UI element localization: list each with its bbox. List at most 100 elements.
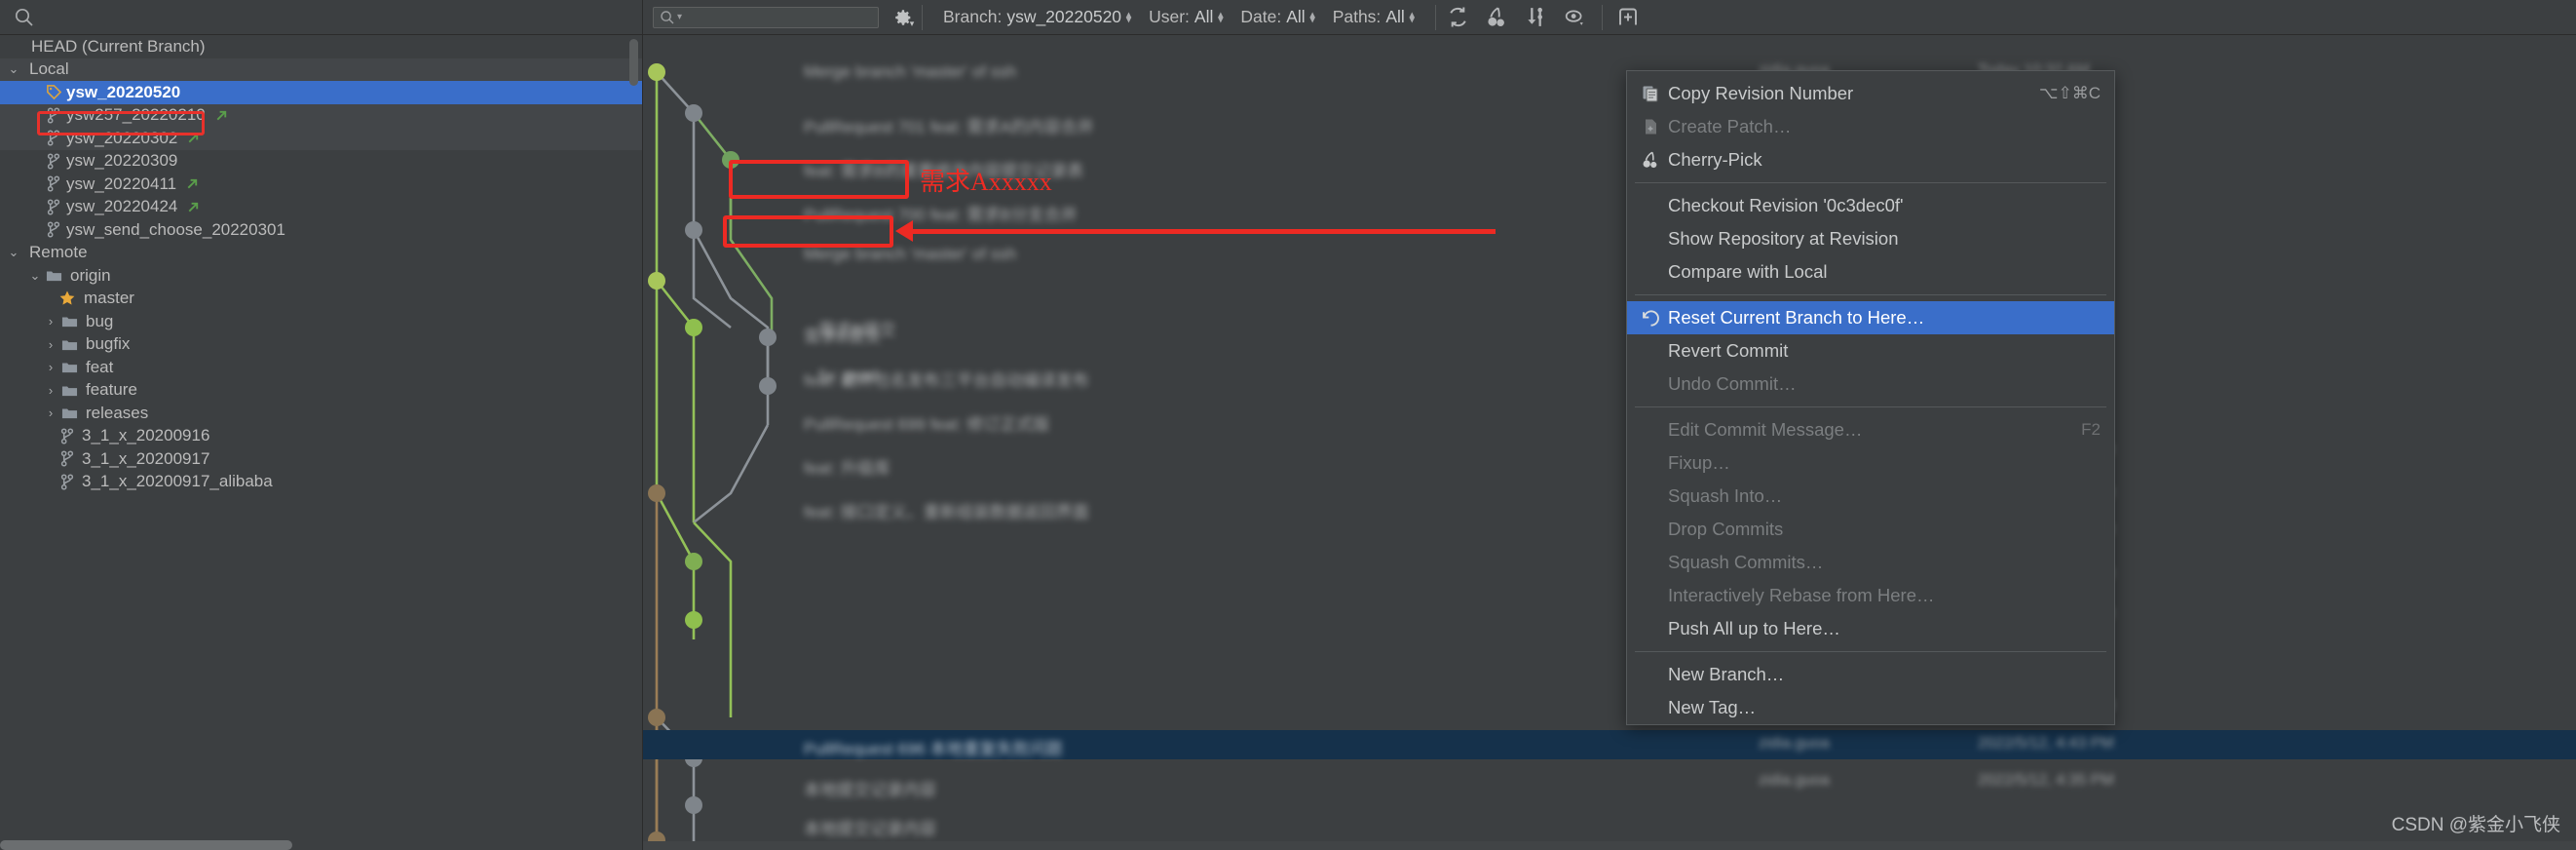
refresh-icon [1450, 7, 1466, 27]
commit-date: 2022/5/12, 4:43 PM [1978, 735, 2114, 752]
filter-branch-label: Branch: [943, 7, 1003, 26]
sidebar-item-bug[interactable]: › bug [0, 310, 642, 333]
menu-item-label: Interactively Rebase from Here… [1668, 585, 1935, 605]
sidebar-item-releases[interactable]: › releases [0, 402, 642, 425]
branches-search-area[interactable] [0, 0, 643, 34]
menu-item-checkout-revision[interactable]: Checkout Revision '0c3dec0f' [1627, 189, 2114, 222]
chevron-right-icon[interactable]: › [43, 337, 58, 352]
sidebar-item-feature[interactable]: › feature [0, 379, 642, 403]
new-tab-icon [1618, 8, 1637, 25]
commit-subject-selected[interactable]: PullRequest 696 本地重复失败问题 [804, 735, 1062, 759]
filter-user-value: All [1193, 7, 1214, 26]
menu-item-label: New Branch… [1668, 664, 1785, 684]
chevron-right-icon[interactable]: › [43, 383, 58, 398]
settings-gear-button[interactable]: ▾ [889, 0, 922, 34]
tree-group-remote[interactable]: ⌄ Remote [0, 242, 642, 265]
menu-item-shortcut: F2 [2081, 420, 2101, 439]
menu-item-copy-revision-number[interactable]: Copy Revision Number ⌥⇧⌘C [1627, 77, 2114, 110]
cherry-pick-button[interactable] [1485, 5, 1510, 30]
outgoing-arrow-icon [185, 176, 200, 191]
branch-label: ysw_20220411 [66, 174, 177, 193]
commit-context-menu: Copy Revision Number ⌥⇧⌘C Create Patch… … [1626, 70, 2115, 725]
commit-subject[interactable]: 本地提交记录内容 [804, 815, 936, 839]
sidebar-item-master[interactable]: master [0, 288, 642, 311]
menu-item-label: Show Repository at Revision [1668, 228, 1899, 249]
log-horizontal-scrollbar[interactable] [643, 841, 2576, 850]
search-icon[interactable] [14, 7, 35, 28]
annotation-box-fix-prod [723, 215, 893, 248]
star-icon [57, 290, 78, 307]
menu-separator [1635, 406, 2106, 407]
menu-item-cherry-pick[interactable]: Cherry-Pick [1627, 143, 2114, 176]
menu-item-fixup: Fixup… [1627, 446, 2114, 480]
commit-subject-boxed-b[interactable]: fix: prod [818, 367, 877, 386]
menu-item-label: Push All up to Here… [1668, 618, 1840, 638]
chevron-right-icon[interactable]: › [43, 406, 58, 420]
chevron-updown-icon: ▴ ▾ [1218, 9, 1224, 25]
tree-item-head[interactable]: HEAD (Current Branch) [0, 35, 642, 58]
refresh-button[interactable] [1446, 5, 1471, 30]
menu-item-new-tag[interactable]: New Tag… [1627, 691, 2114, 724]
menu-item-show-repository-at-revision[interactable]: Show Repository at Revision [1627, 222, 2114, 255]
watermark: CSDN @紫金小飞侠 [2391, 815, 2560, 835]
menu-separator [1635, 651, 2106, 652]
head-label: HEAD (Current Branch) [31, 36, 206, 56]
sidebar-item-ysw_20220302[interactable]: ysw_20220302 [0, 127, 642, 150]
sidebar-item-ysw_20220411[interactable]: ysw_20220411 [0, 173, 642, 196]
commit-subject[interactable]: feat: 接口定义、重新组装数据返回界面 [804, 498, 1089, 522]
tree-group-local[interactable]: ⌄ Local [0, 58, 642, 81]
show-details-button[interactable] [1563, 5, 1588, 30]
menu-item-compare-with-local[interactable]: Compare with Local [1627, 255, 2114, 289]
menu-item-new-branch[interactable]: New Branch… [1627, 658, 2114, 691]
commit-subject[interactable]: PullRequest 699 feat: 修订正式版 [804, 410, 1049, 435]
sidebar-item-ysw_20220309[interactable]: ysw_20220309 [0, 150, 642, 174]
sidebar-item-bugfix[interactable]: › bugfix [0, 333, 642, 357]
sidebar-item-feat[interactable]: › feat [0, 356, 642, 379]
commit-subject[interactable]: PullRequest 701 feat: 需求A的内容合并 [804, 113, 1094, 137]
menu-item-shortcut: ⌥⇧⌘C [2038, 84, 2101, 102]
chevron-right-icon[interactable]: › [43, 360, 58, 374]
sidebar-item-ysw_20220520[interactable]: ysw_20220520 [0, 81, 642, 104]
outgoing-arrow-icon [186, 131, 201, 145]
sidebar-item-3_1_x_20200917_alibaba[interactable]: 3_1_x_20200917_alibaba [0, 471, 642, 494]
sidebar-item-origin[interactable]: ⌄ origin [0, 264, 642, 288]
search-small-icon [661, 10, 674, 23]
sort-button[interactable] [1524, 5, 1549, 30]
menu-item-reset-current-branch-to-here[interactable]: Reset Current Branch to Here… [1627, 301, 2114, 334]
vcs-log-window: ▾ ▾ Branch: ysw_20220520 ▴ ▾ User: All ▴ ▾ [0, 0, 2576, 850]
menu-item-label: Reset Current Branch to Here… [1668, 307, 1925, 328]
sidebar-item-ysw257_20220210[interactable]: ysw257_20220210 [0, 103, 642, 127]
commit-subject[interactable]: Merge branch 'master' of ssh [804, 62, 1016, 82]
folder-label: feature [86, 380, 137, 400]
filter-date-value: All [1286, 7, 1306, 26]
sidebar-item-3_1_x_20200916[interactable]: 3_1_x_20200916 [0, 425, 642, 448]
commit-subject[interactable]: 本地提交记录内容 [804, 776, 936, 800]
menu-item-revert-commit[interactable]: Revert Commit [1627, 334, 2114, 367]
cherry-pick-icon [1637, 150, 1664, 170]
menu-item-label: Cherry-Pick [1668, 149, 1762, 170]
commit-subject-boxed-a[interactable]: 需求B提交 [818, 316, 895, 340]
commit-subject[interactable]: feat: 升级库 [804, 454, 890, 479]
filter-date[interactable]: Date: All ▴ ▾ [1231, 7, 1323, 27]
search-input[interactable]: ▾ [653, 6, 879, 28]
menu-item-push-all-up-to-here[interactable]: Push All up to Here… [1627, 612, 2114, 645]
filter-paths[interactable]: Paths: All ▴ ▾ [1324, 7, 1423, 27]
toolbar-actions [1436, 0, 1651, 34]
filter-branch[interactable]: Branch: ysw_20220520 ▴ ▾ [934, 7, 1140, 27]
sidebar-item-ysw_20220424[interactable]: ysw_20220424 [0, 196, 642, 219]
commit-subject[interactable]: Merge branch 'master' of ssh [804, 245, 1016, 264]
branch-label: ysw_20220302 [66, 128, 178, 147]
chevron-updown-icon: ▴ ▾ [1409, 9, 1415, 25]
remote-branch-label: 3_1_x_20200917 [82, 448, 210, 468]
sidebar-scrollbar[interactable] [629, 39, 638, 86]
reset-icon [1637, 308, 1664, 328]
sidebar-item-3_1_x_20200917[interactable]: 3_1_x_20200917 [0, 447, 642, 471]
annotation-label-requirement: 需求Axxxxx [920, 168, 1052, 196]
commit-author: zidia.guoa [1759, 772, 1830, 789]
new-tab-button[interactable] [1616, 5, 1642, 30]
menu-item-create-patch: Create Patch… [1627, 110, 2114, 143]
sidebar-horizontal-scrollbar[interactable] [0, 840, 642, 850]
filter-user[interactable]: User: All ▴ ▾ [1140, 7, 1231, 27]
chevron-right-icon[interactable]: › [43, 314, 58, 328]
sidebar-item-ysw_send_choose_20220301[interactable]: ysw_send_choose_20220301 [0, 218, 642, 242]
